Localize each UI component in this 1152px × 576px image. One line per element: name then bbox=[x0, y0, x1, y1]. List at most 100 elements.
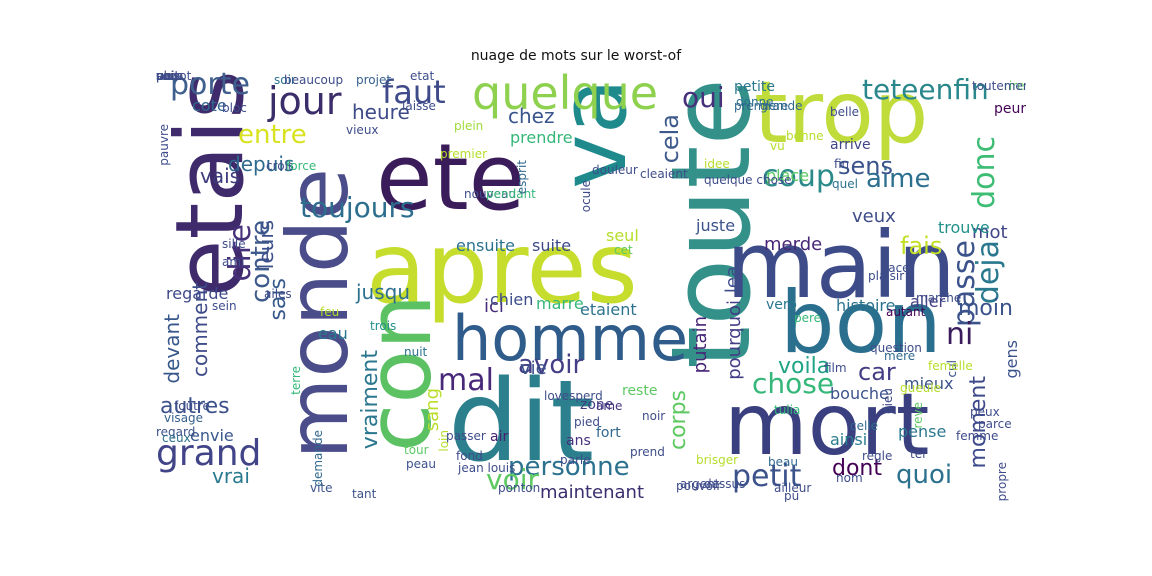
word-jean-louis: jean louis bbox=[458, 461, 516, 475]
word-pourquoi: pourquoi bbox=[724, 300, 745, 380]
word-ans: ans bbox=[566, 433, 591, 449]
word-marche: marche bbox=[916, 291, 962, 305]
word-visage: visage bbox=[164, 411, 204, 425]
word-chien: chien bbox=[490, 290, 534, 309]
word-pied: pied bbox=[574, 415, 600, 429]
word-reste: reste bbox=[622, 383, 658, 399]
word-parle: parle bbox=[560, 453, 591, 467]
word-veux: veux bbox=[852, 206, 896, 227]
word-entre: entre bbox=[238, 120, 307, 150]
word-mal: mal bbox=[438, 363, 494, 398]
word-car: car bbox=[858, 358, 896, 386]
word-juste: juste bbox=[696, 216, 736, 235]
word-fin: fin bbox=[834, 157, 850, 171]
word-bonne: bonne bbox=[786, 129, 824, 143]
word-beau: beau bbox=[768, 455, 798, 469]
word-putain: putain bbox=[690, 316, 711, 374]
word-cloud: ete etais monde apres dit toute main trop bon mor… bbox=[156, 70, 1026, 502]
word-plein: plein bbox=[454, 119, 484, 133]
word-air: air bbox=[490, 429, 509, 445]
word-peau: peau bbox=[406, 457, 436, 471]
word-toutement: toutement bbox=[972, 79, 1026, 93]
word-autant: autant bbox=[886, 305, 926, 319]
word-film: film bbox=[824, 361, 847, 375]
word-premier: premier bbox=[440, 147, 488, 161]
word-idee: idee bbox=[704, 157, 730, 171]
word-petite: petite bbox=[734, 79, 775, 95]
word-terre: terre bbox=[289, 366, 303, 395]
word-bloc: bloc bbox=[222, 101, 247, 115]
word-ponton: ponton bbox=[498, 481, 541, 495]
word-prendre: prendre bbox=[510, 128, 573, 147]
word-reve: reve bbox=[911, 402, 925, 429]
word-laisse: laisse bbox=[402, 99, 436, 113]
word-lea: lea bbox=[722, 266, 743, 294]
word-vieux: vieux bbox=[346, 123, 379, 137]
word-regle: regle bbox=[862, 449, 893, 463]
word-vrai: vrai bbox=[212, 464, 250, 488]
word-vais: vais bbox=[200, 164, 241, 188]
word-etaient: etaient bbox=[580, 300, 637, 319]
word-vie: vie bbox=[520, 358, 547, 379]
word-cela: cela bbox=[656, 114, 684, 164]
word-peur: peur bbox=[994, 101, 1026, 117]
word-donc: donc bbox=[967, 136, 1002, 209]
word-tant: tant bbox=[352, 487, 377, 501]
word-gens: gens bbox=[1002, 340, 1021, 379]
word-celle: celle bbox=[850, 419, 879, 433]
word-quelque: quelque bbox=[472, 70, 659, 120]
word-question: question bbox=[870, 341, 922, 355]
word-beaucoup: beaucoup bbox=[284, 73, 344, 87]
word-leurs: leurs bbox=[254, 220, 278, 270]
word-pauvre: pauvre bbox=[157, 124, 171, 166]
word-belle: belle bbox=[830, 105, 860, 119]
word-ailes: ailes bbox=[264, 287, 292, 301]
word-esprit: esprit bbox=[515, 160, 529, 195]
word-merde: merde bbox=[764, 234, 823, 255]
word-brisger: brisger bbox=[696, 453, 739, 467]
word-etat: etat bbox=[410, 70, 435, 83]
word-tulia: tulia bbox=[774, 403, 801, 417]
word-ceux: ceux bbox=[162, 431, 191, 445]
word-demande: demande bbox=[311, 430, 325, 487]
word-force: force bbox=[286, 159, 317, 173]
word-marre: marre bbox=[536, 294, 584, 313]
word-suite: suite bbox=[532, 236, 572, 255]
word-cleaient: cleaient bbox=[640, 167, 688, 181]
word-cet: cet bbox=[614, 243, 633, 257]
word-corps: corps bbox=[666, 390, 691, 451]
word-pu: pu bbox=[784, 489, 800, 502]
word-fais: fais bbox=[900, 232, 943, 260]
word-envie: envie bbox=[190, 426, 234, 445]
word-noir: noir bbox=[642, 409, 666, 423]
word-propre: propre bbox=[995, 462, 1009, 502]
word-passer: passer bbox=[446, 429, 486, 443]
word-trois: trois bbox=[370, 319, 397, 333]
word-vraiment: vraiment bbox=[358, 350, 383, 450]
word-nuit: nuit bbox=[404, 345, 428, 359]
word-vero: vero bbox=[766, 297, 797, 313]
word-peux: peux bbox=[970, 405, 1000, 419]
word-sang: sang bbox=[422, 388, 443, 432]
word-sein: sein bbox=[212, 299, 237, 313]
word-ensuite: ensuite bbox=[456, 236, 516, 255]
word-prend: prend bbox=[630, 445, 665, 459]
word-ni: ni bbox=[946, 317, 974, 352]
word-projet: projet bbox=[356, 73, 392, 87]
word-maintenant: maintenant bbox=[540, 482, 645, 502]
word-femme: femme bbox=[956, 429, 999, 443]
word-dieu: dieu bbox=[881, 388, 895, 414]
chart-title: nuage de mots sur le worst-of bbox=[470, 48, 682, 64]
word-quel: quel bbox=[832, 177, 858, 191]
word-devant: devant bbox=[160, 314, 184, 384]
word-eau: eau bbox=[318, 324, 348, 343]
word-feu: feu bbox=[320, 305, 340, 319]
word-quelque-chose: quelque chose bbox=[704, 173, 792, 187]
word-vu: vu bbox=[770, 139, 785, 153]
word-voila: voila bbox=[778, 354, 831, 379]
word-ocule: ocule bbox=[579, 180, 593, 213]
word-femelle: femelle bbox=[928, 359, 973, 373]
word-trouve: trouve bbox=[938, 218, 990, 237]
word-douleur: douleur bbox=[592, 163, 638, 177]
word-seul: seul bbox=[606, 226, 639, 245]
